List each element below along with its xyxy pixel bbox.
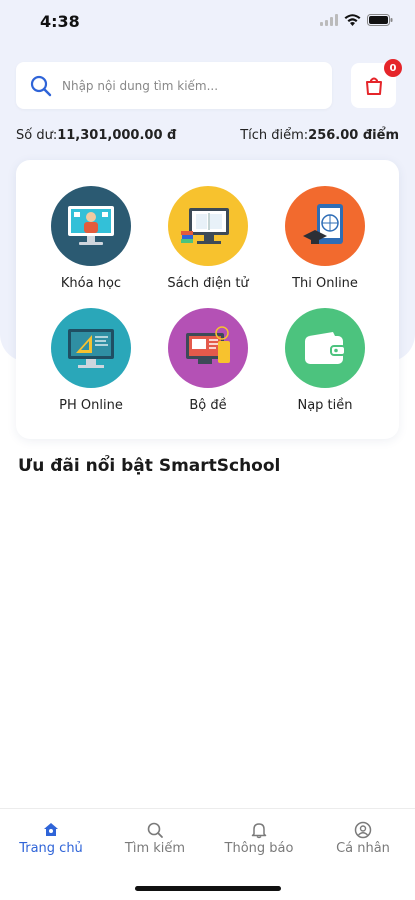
wifi-icon: [344, 14, 361, 26]
user-icon: [354, 821, 372, 839]
menu-label-top-up: Nạp tiền: [297, 398, 353, 413]
status-bar: 4:38: [0, 0, 415, 44]
points-value: 256.00 điểm: [308, 128, 399, 143]
menu-item-parent-online[interactable]: PH Online: [36, 308, 146, 413]
nav-profile[interactable]: Cá nhân: [318, 821, 408, 856]
points-info: Tích điểm:256.00 điểm: [240, 128, 399, 143]
nav-label-notifications: Thông báo: [224, 841, 294, 856]
bell-icon: [251, 823, 267, 839]
menu-item-online-exam[interactable]: Thi Online: [270, 186, 380, 291]
home-indicator: [135, 886, 281, 891]
menu-item-exam-sets[interactable]: Bộ đề: [153, 308, 263, 413]
home-icon: [44, 823, 58, 836]
menu-label-parent-online: PH Online: [59, 398, 123, 413]
nav-label-profile: Cá nhân: [336, 841, 390, 856]
points-label: Tích điểm:: [240, 128, 309, 143]
status-icons: [320, 14, 393, 26]
search-icon: [147, 822, 163, 838]
exam-set-icon: [168, 308, 248, 388]
cart-button[interactable]: 0: [351, 59, 402, 108]
parent-online-icon: [51, 308, 131, 388]
online-exam-icon: [285, 186, 365, 266]
balance-info: Số dư:11,301,000.00 đ: [16, 128, 176, 143]
menu-item-top-up[interactable]: Nạp tiền: [270, 308, 380, 413]
nav-label-home: Trang chủ: [19, 841, 83, 856]
search-icon: [30, 75, 52, 96]
signal-icon: [320, 14, 338, 26]
nav-search[interactable]: Tìm kiếm: [110, 821, 200, 856]
wallet-icon: [285, 308, 365, 388]
search-input[interactable]: [62, 78, 312, 93]
shopping-bag-icon: [365, 77, 382, 95]
nav-home[interactable]: Trang chủ: [6, 821, 96, 856]
nav-notifications[interactable]: Thông báo: [214, 821, 304, 856]
feature-menu: Khóa học Sách điện tử Thi Online PH Onli…: [16, 160, 399, 439]
ebook-icon: [168, 186, 248, 266]
balance-value: 11,301,000.00 đ: [57, 128, 177, 143]
menu-label-exam-sets: Bộ đề: [189, 398, 227, 413]
status-time: 4:38: [40, 12, 80, 31]
promotions-heading: Ưu đãi nổi bật SmartSchool: [18, 456, 281, 476]
menu-label-ebooks: Sách điện tử: [167, 276, 249, 291]
menu-item-courses[interactable]: Khóa học: [36, 186, 146, 291]
search-bar[interactable]: [16, 62, 332, 109]
menu-label-online-exam: Thi Online: [292, 276, 358, 291]
balance-label: Số dư:: [16, 128, 58, 143]
nav-label-search: Tìm kiếm: [124, 841, 186, 856]
cart-badge: 0: [384, 59, 402, 77]
menu-item-ebooks[interactable]: Sách điện tử: [153, 186, 263, 291]
menu-label-courses: Khóa học: [60, 276, 122, 291]
courses-icon: [51, 186, 131, 266]
battery-icon: [367, 14, 393, 26]
